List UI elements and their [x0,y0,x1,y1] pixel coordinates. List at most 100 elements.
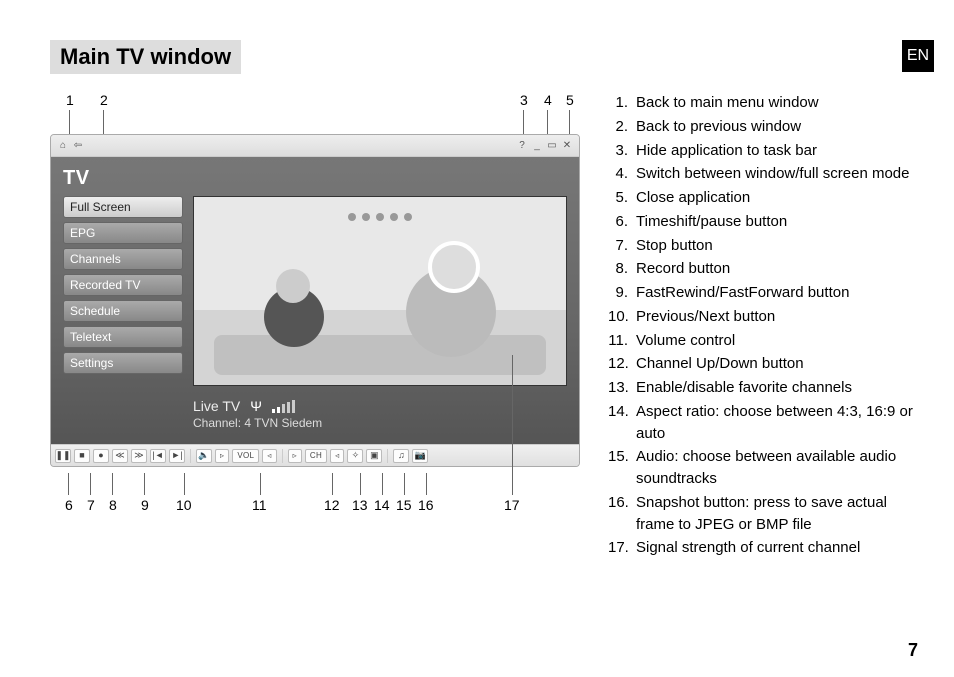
legend-item: 17.Signal strength of current channel [608,537,914,559]
legend-item: 16.Snapshot button: press to save actual… [608,492,914,536]
legend-text: Timeshift/pause button [636,211,787,233]
legend-number: 10. [608,306,636,328]
ch-up-icon[interactable]: ◃ [330,449,344,463]
legend-item: 14.Aspect ratio: choose between 4:3, 16:… [608,401,914,445]
callout-15: 15 [396,497,412,513]
status-area: Live TV Ψ Channel: 4 TVN Siedem [63,398,567,430]
legend-text: Record button [636,258,730,280]
legend-text: Back to main menu window [636,92,819,114]
callout-6: 6 [65,497,73,513]
top-callouts: 1 2 3 4 5 [50,92,580,134]
callout-3: 3 [520,92,528,108]
legend-item: 15.Audio: choose between available audio… [608,446,914,490]
callout-12: 12 [324,497,340,513]
callout-14: 14 [374,497,390,513]
legend-text: Hide application to task bar [636,140,817,162]
legend-item: 12.Channel Up/Down button [608,353,914,375]
legend-number: 13. [608,377,636,399]
legend-item: 7.Stop button [608,235,914,257]
legend-number: 16. [608,492,636,536]
fastforward-icon[interactable]: ≫ [131,449,147,463]
callout-13: 13 [352,497,368,513]
callout-10: 10 [176,497,192,513]
callout-7: 7 [87,497,95,513]
legend-text: Previous/Next button [636,306,775,328]
aspect-icon[interactable]: ▣ [366,449,382,463]
legend-item: 2.Back to previous window [608,116,914,138]
legend-item: 3.Hide application to task bar [608,140,914,162]
vol-label: VOL [232,449,259,463]
legend-text: FastRewind/FastForward button [636,282,849,304]
menu-full-screen[interactable]: Full Screen [63,196,183,218]
language-badge: EN [902,40,934,72]
legend-number: 5. [608,187,636,209]
legend-number: 17. [608,537,636,559]
legend-number: 14. [608,401,636,445]
snapshot-icon[interactable]: 📷 [412,449,428,463]
legend-column: 1.Back to main menu window2.Back to prev… [608,92,914,561]
legend-number: 8. [608,258,636,280]
legend-item: 11.Volume control [608,330,914,352]
menu-schedule[interactable]: Schedule [63,300,183,322]
pause-icon[interactable]: ❚❚ [55,449,71,463]
tv-title: TV [63,167,567,190]
live-tv-label: Live TV [193,398,240,414]
legend-item: 10.Previous/Next button [608,306,914,328]
stop-icon[interactable]: ■ [74,449,90,463]
maximize-icon[interactable]: ▭ [546,140,558,152]
legend-item: 5.Close application [608,187,914,209]
legend-text: Signal strength of current channel [636,537,860,559]
legend-item: 8.Record button [608,258,914,280]
mute-icon[interactable]: 🔈 [196,449,212,463]
menu-teletext[interactable]: Teletext [63,326,183,348]
signal-strength-icon [272,399,295,413]
legend-list: 1.Back to main menu window2.Back to prev… [608,92,914,559]
legend-text: Enable/disable favorite channels [636,377,852,399]
record-icon[interactable]: ● [93,449,109,463]
callout-16: 16 [418,497,434,513]
legend-text: Switch between window/full screen mode [636,163,909,185]
minimize-icon[interactable]: _ [531,140,543,152]
bottom-callouts: 6 7 8 9 10 11 12 13 14 15 16 17 [50,467,580,513]
antenna-icon: Ψ [250,398,262,414]
titlebar: ⌂ ⇦ ? _ ▭ ✕ [51,135,579,157]
back-icon[interactable]: ⇦ [72,140,84,152]
legend-item: 6.Timeshift/pause button [608,211,914,233]
callout-2: 2 [100,92,108,108]
audio-icon[interactable]: ♫ [393,449,409,463]
legend-text: Stop button [636,235,713,257]
vol-down-icon[interactable]: ▹ [215,449,229,463]
menu-epg[interactable]: EPG [63,222,183,244]
ch-down-icon[interactable]: ▹ [288,449,302,463]
menu-channels[interactable]: Channels [63,248,183,270]
section-heading: Main TV window [50,40,241,74]
menu-settings[interactable]: Settings [63,352,183,374]
prev-icon[interactable]: |◄ [150,449,166,463]
menu-recorded-tv[interactable]: Recorded TV [63,274,183,296]
playback-toolbar: ❚❚ ■ ● ≪ ≫ |◄ ►| 🔈 ▹ VOL ◃ ▹ CH ◃ ✧ [51,444,579,466]
legend-text: Aspect ratio: choose between 4:3, 16:9 o… [636,401,914,445]
rewind-icon[interactable]: ≪ [112,449,128,463]
legend-text: Audio: choose between available audio so… [636,446,914,490]
callout-1: 1 [66,92,74,108]
favorite-icon[interactable]: ✧ [347,449,363,463]
vol-up-icon[interactable]: ◃ [262,449,276,463]
legend-number: 12. [608,353,636,375]
video-viewport [193,196,567,386]
legend-number: 1. [608,92,636,114]
help-icon[interactable]: ? [516,140,528,152]
legend-text: Back to previous window [636,116,801,138]
callout-17: 17 [504,497,520,513]
callout-4: 4 [544,92,552,108]
home-icon[interactable]: ⌂ [57,140,69,152]
legend-text: Snapshot button: press to save actual fr… [636,492,914,536]
tv-panel: TV Full Screen EPG Channels Recorded TV … [51,157,579,444]
legend-number: 4. [608,163,636,185]
legend-number: 7. [608,235,636,257]
legend-text: Close application [636,187,750,209]
ch-label: CH [305,449,327,463]
close-icon[interactable]: ✕ [561,140,573,152]
legend-item: 13.Enable/disable favorite channels [608,377,914,399]
next-icon[interactable]: ►| [169,449,185,463]
figure-column: 1 2 3 4 5 ⌂ ⇦ ? [50,92,580,561]
